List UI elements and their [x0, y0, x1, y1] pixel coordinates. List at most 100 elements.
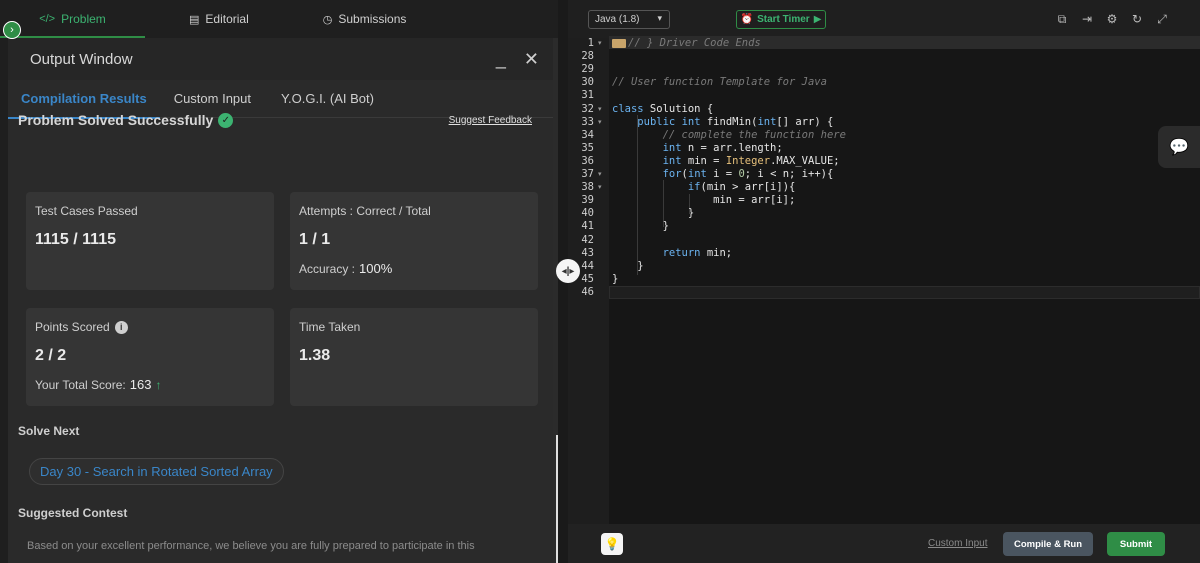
tab-editorial[interactable]: ▤ Editorial: [167, 0, 271, 38]
fold-arrow-icon[interactable]: ▾: [598, 39, 602, 47]
resize-handle-icon[interactable]: ◂|▸: [556, 259, 580, 283]
fold-arrow-icon[interactable]: ▾: [598, 170, 602, 178]
check-circle-icon: ✓: [218, 112, 234, 128]
close-icon[interactable]: ✕: [524, 50, 539, 68]
status-message: Problem Solved Successfully ✓: [18, 112, 234, 128]
submit-button[interactable]: Submit: [1107, 532, 1165, 556]
time-value: 1.38: [299, 347, 331, 364]
tab-editorial-label: Editorial: [205, 12, 249, 26]
line-number: 30: [581, 76, 594, 89]
total-score-row: Your Total Score: 163 ↑: [35, 377, 265, 392]
status-text: Problem Solved Successfully: [18, 112, 214, 128]
chat-button[interactable]: 💬: [1158, 126, 1200, 168]
code-line: }: [612, 259, 644, 272]
fold-arrow-icon[interactable]: ▾: [598, 105, 602, 113]
app-root: </> Problem ▤ Editorial ◷ Submissions › …: [0, 0, 1200, 563]
solve-next-item[interactable]: Day 30 - Search in Rotated Sorted Array: [29, 458, 284, 485]
current-line-highlight: [609, 286, 1200, 299]
code-line: int min = Integer.MAX_VALUE;: [662, 154, 840, 167]
total-score-value: 163: [129, 377, 152, 392]
line-number: 31: [581, 89, 594, 102]
code-line: }: [612, 272, 619, 285]
attempts-label: Attempts : Correct / Total: [299, 204, 431, 218]
language-select[interactable]: Java (1.8) ▾: [588, 10, 670, 29]
editor-panel: Java (1.8) ▾ ⏰ Start Timer ▶ ⧉ ⇥ ⚙ ↻ ⤢ 1…: [568, 0, 1200, 563]
line-number: 29: [581, 63, 594, 76]
info-icon[interactable]: i: [114, 320, 128, 334]
line-number: 41: [581, 220, 594, 233]
points-label: Points Scored: [35, 320, 110, 334]
code-line: int n = arr.length;: [662, 141, 783, 154]
fold-arrow-icon[interactable]: ▾: [598, 118, 602, 126]
alarm-icon: ⏰: [740, 14, 754, 25]
editor-action-bar: 💡 Custom Input Compile & Run Submit: [568, 524, 1200, 563]
line-number: 33: [581, 115, 594, 128]
tab-problem-label: Problem: [61, 12, 106, 26]
suggest-feedback-link[interactable]: Suggest Feedback: [449, 115, 532, 126]
export-icon[interactable]: ⇥: [1081, 12, 1093, 27]
tab-submissions-label: Submissions: [338, 12, 407, 26]
code-line: }: [612, 207, 695, 220]
line-number: 36: [581, 154, 594, 167]
code-line: min = arr[i];: [612, 194, 796, 207]
play-circle-icon: ▶: [813, 14, 822, 25]
line-number: 40: [581, 207, 594, 220]
code-line: }: [612, 220, 669, 233]
chat-icon: 💬: [1169, 139, 1189, 156]
line-number: 35: [581, 141, 594, 154]
editor-toolbar: Java (1.8) ▾ ⏰ Start Timer ▶ ⧉ ⇥ ⚙ ↻ ⤢: [568, 0, 1200, 38]
reset-icon[interactable]: ↻: [1131, 12, 1143, 27]
tab-problem[interactable]: </> Problem: [0, 0, 145, 38]
fold-arrow-icon[interactable]: ▾: [598, 183, 602, 191]
clock-icon: ◷: [322, 13, 333, 26]
code-line: return min;: [662, 246, 733, 259]
line-number: 42: [581, 233, 594, 246]
line-number: 1: [587, 37, 594, 49]
suggested-contest-title: Suggested Contest: [18, 506, 128, 520]
code-line: public int findMin(int[] arr) {: [637, 115, 834, 128]
accuracy-label: Accuracy :: [299, 261, 356, 276]
line-number: 37: [581, 168, 594, 180]
suggested-contest-text: Based on your excellent performance, we …: [27, 540, 475, 552]
attempts-value: 1 / 1: [299, 231, 331, 248]
output-header: Output Window _ ✕: [8, 38, 553, 80]
copy-icon[interactable]: ⧉: [1056, 12, 1068, 27]
accuracy-value: 100%: [359, 261, 393, 276]
language-value: Java (1.8): [595, 14, 640, 25]
line-number: 34: [581, 128, 594, 141]
compile-run-button[interactable]: Compile & Run: [1003, 532, 1093, 556]
code-line: // } Driver Code Ends: [612, 37, 761, 49]
minimize-icon[interactable]: _: [496, 50, 506, 68]
card-time: Time Taken 1.38: [290, 308, 538, 406]
card-attempts: Attempts : Correct / Total 1 / 1 Accurac…: [290, 192, 538, 290]
chevron-right-icon: ›: [10, 24, 14, 36]
line-number: 43: [581, 246, 594, 259]
code-line: class Solution {: [612, 102, 714, 115]
arrow-up-icon: ↑: [155, 377, 162, 392]
card-test-cases: Test Cases Passed 1115 / 1115: [26, 192, 274, 290]
start-timer-label: Start Timer: [757, 14, 810, 25]
time-label: Time Taken: [299, 320, 361, 334]
problem-tabs: </> Problem ▤ Editorial ◷ Submissions: [0, 0, 558, 38]
code-icon: </>: [39, 13, 56, 25]
card-points: Points Scored i 2 / 2 Your Total Score: …: [26, 308, 274, 406]
custom-input-link[interactable]: Custom Input: [928, 538, 987, 549]
gear-icon[interactable]: ⚙: [1106, 12, 1118, 27]
output-controls: _ ✕: [496, 50, 539, 68]
total-score-label: Your Total Score:: [35, 377, 126, 392]
code-line: // User function Template for Java: [612, 76, 827, 89]
line-number: 46: [581, 285, 594, 298]
expand-sidebar-button[interactable]: ›: [3, 21, 21, 39]
code-line: for(int i = 0; i < n; i++){: [662, 168, 834, 180]
line-number: 32: [581, 102, 594, 115]
output-title: Output Window: [30, 50, 133, 68]
status-row: Problem Solved Successfully ✓ Suggest Fe…: [18, 112, 532, 128]
tab-submissions[interactable]: ◷ Submissions: [301, 0, 429, 38]
lightbulb-icon[interactable]: 💡: [601, 533, 623, 555]
caret-down-icon: ▾: [657, 13, 662, 23]
points-value: 2 / 2: [35, 347, 67, 364]
problem-panel: </> Problem ▤ Editorial ◷ Submissions › …: [0, 0, 558, 563]
sidebar-strip: [0, 38, 8, 563]
start-timer-button[interactable]: ⏰ Start Timer ▶: [736, 10, 826, 29]
fullscreen-icon[interactable]: ⤢: [1156, 12, 1168, 27]
